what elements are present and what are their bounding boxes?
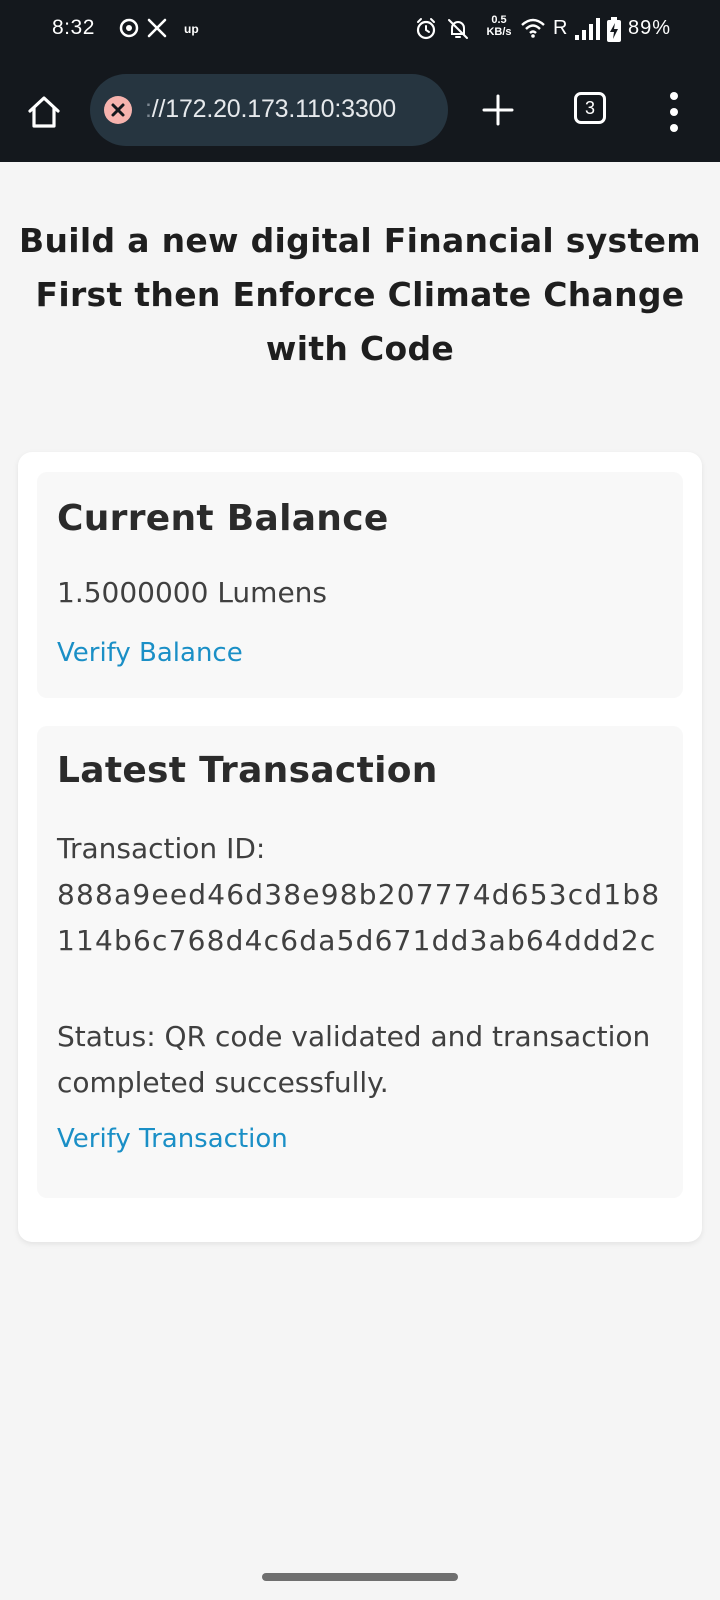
status-bar: 8:32 up 0.5 KB/s R 89% [0, 0, 720, 62]
up-notification-label: up [184, 22, 199, 36]
battery-percent: 89% [628, 17, 672, 39]
transaction-id: Transaction ID: 888a9eed46d38e98b207774d… [57, 826, 667, 964]
network-speed-unit: KB/s [486, 26, 512, 38]
wallet-card: Current Balance 1.5000000 Lumens Verify … [18, 452, 702, 1242]
battery-charging-icon [607, 17, 621, 42]
roaming-indicator: R [553, 17, 568, 39]
insecure-icon[interactable] [104, 96, 132, 124]
url-text[interactable]: ://172.20.173.110:3300 [145, 95, 396, 124]
balance-amount: 1.5000000 Lumens [57, 576, 328, 609]
alarm-icon [416, 18, 436, 40]
verify-balance-link[interactable]: Verify Balance [57, 638, 243, 668]
balance-section: Current Balance 1.5000000 Lumens Verify … [37, 472, 683, 698]
signal-icon [575, 18, 600, 40]
mute-icon [448, 19, 468, 39]
more-menu-icon[interactable] [664, 92, 684, 132]
x-icon [147, 18, 167, 38]
tab-switcher-icon[interactable]: 3 [574, 92, 606, 124]
wifi-icon [521, 18, 545, 38]
network-speed: 0.5 KB/s [482, 14, 516, 38]
transaction-id-value: 888a9eed46d38e98b207774d653cd1b8114b6c76… [57, 878, 661, 957]
gesture-navigation-bar[interactable] [262, 1573, 458, 1581]
address-bar[interactable]: ://172.20.173.110:3300 [90, 74, 448, 146]
browser-chrome: 8:32 up 0.5 KB/s R 89%://172.20.173.110… [0, 0, 720, 162]
transaction-section: Latest Transaction Transaction ID: 888a9… [37, 726, 683, 1198]
url-address: //172.20.173.110:3300 [151, 95, 396, 123]
balance-heading: Current Balance [57, 498, 389, 539]
url-scheme-fragment: : [145, 95, 152, 123]
home-icon[interactable] [24, 92, 64, 132]
verify-transaction-link[interactable]: Verify Transaction [57, 1124, 288, 1154]
transaction-heading: Latest Transaction [57, 750, 438, 791]
transaction-id-label: Transaction ID: [57, 832, 266, 865]
browser-toolbar: ://172.20.173.110:3300 3 [0, 62, 720, 162]
status-time: 8:32 [52, 16, 95, 39]
network-speed-value: 0.5 [491, 14, 507, 26]
page-title: Build a new digital Financial system Fir… [19, 221, 701, 368]
transaction-status: Status: QR code validated and transactio… [57, 1020, 651, 1099]
threads-icon [119, 18, 139, 38]
plus-icon[interactable] [480, 92, 516, 128]
